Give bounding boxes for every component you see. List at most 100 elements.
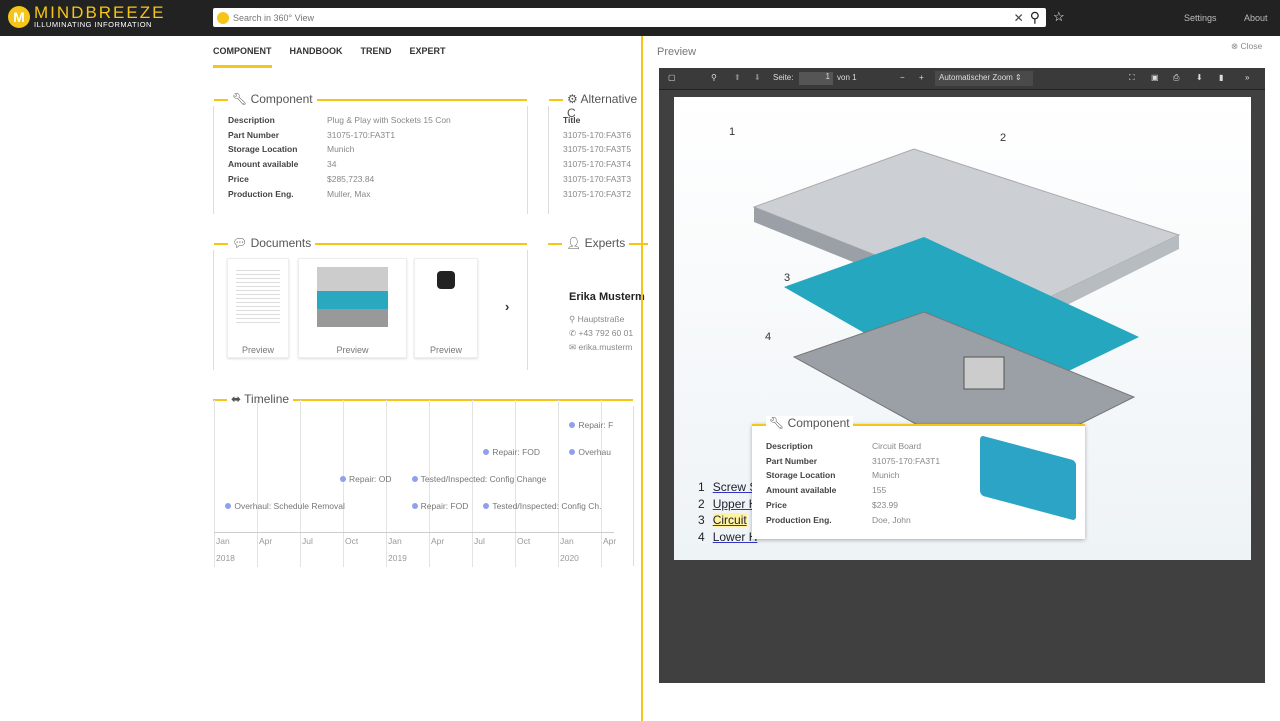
- legend-item[interactable]: 3 Circuit: [698, 513, 747, 527]
- pdf-viewer: ▢ ⚲ ⬆ ⬇ Seite: 1 von 1 − + Automatischer…: [659, 68, 1265, 683]
- legend-item[interactable]: 1 Screw S: [698, 480, 757, 494]
- card-title: Experts: [584, 236, 626, 250]
- tab-handbook[interactable]: HANDBOOK: [290, 46, 343, 68]
- tab-bar: COMPONENT HANDBOOK TREND EXPERT: [213, 46, 446, 68]
- field-value: Muller, Max: [327, 188, 371, 199]
- callout-4: 4: [765, 331, 771, 343]
- legend-link[interactable]: Lower H: [713, 530, 758, 544]
- about-link[interactable]: About: [1244, 13, 1268, 23]
- field-value: 31075-170:FA3T1: [872, 455, 941, 466]
- print-icon[interactable]: ⎙: [1173, 73, 1179, 83]
- document-thumb-schematic[interactable]: Preview: [414, 258, 478, 358]
- component-popup: 🔧︎ Component Description Part Number Stora…: [752, 416, 1085, 539]
- timeline-event[interactable]: Repair: F: [569, 420, 613, 430]
- timeline-tick: Apr: [259, 536, 273, 546]
- card-title: Documents: [250, 236, 312, 250]
- field-value: Munich: [872, 470, 900, 481]
- field-label: Storage Location: [228, 144, 298, 155]
- search-icon[interactable]: ⚲: [1030, 9, 1040, 26]
- timeline-gridline: [257, 400, 258, 567]
- document-thumb-ssd[interactable]: Preview: [298, 258, 407, 358]
- clear-icon[interactable]: ✕: [1014, 11, 1024, 25]
- timeline-event[interactable]: Overhau: [569, 447, 611, 457]
- search-input[interactable]: [233, 12, 1014, 23]
- field-value: Munich: [327, 144, 355, 155]
- field-label: Production Eng.: [228, 188, 294, 199]
- legend-item[interactable]: 4 Lower H: [698, 530, 757, 544]
- timeline-event[interactable]: Tested/Inspected: Config Change: [412, 474, 547, 484]
- alternative-item[interactable]: 31075-170:FA3T3: [563, 172, 631, 187]
- timeline-event[interactable]: Repair: OD: [340, 474, 392, 484]
- page-number-input[interactable]: 1: [799, 72, 833, 85]
- legend-number: 4: [698, 529, 705, 544]
- document-thumb-spreadsheet[interactable]: Preview: [227, 258, 289, 358]
- zoom-out-icon[interactable]: −: [900, 73, 905, 82]
- open-file-icon[interactable]: ▣: [1151, 73, 1159, 82]
- expert-phone[interactable]: +43 792 60 01: [578, 328, 633, 338]
- field-value: Doe, John: [872, 514, 911, 525]
- timeline-event[interactable]: Overhaul: Schedule Removal: [225, 501, 345, 511]
- legend-link[interactable]: Upper H: [713, 497, 758, 511]
- bookmark-icon[interactable]: ▮: [1219, 73, 1223, 82]
- timeline-event[interactable]: Repair: FOD: [483, 447, 540, 457]
- tools-chevron-icon[interactable]: »: [1245, 73, 1249, 82]
- timeline-gridline: [300, 400, 301, 567]
- field-label: Part Number: [228, 129, 280, 140]
- comment-icon: 💬︎: [232, 236, 251, 250]
- panel-divider[interactable]: [641, 36, 643, 721]
- timeline-event[interactable]: Tested/Inspected: Config Ch.: [483, 501, 601, 511]
- timeline-tick: Jan: [560, 536, 574, 546]
- card-title: Timeline: [244, 392, 290, 406]
- alternative-item[interactable]: 31075-170:FA3T6: [563, 128, 631, 143]
- alternative-item[interactable]: 31075-170:FA3T2: [563, 187, 631, 202]
- legend-link[interactable]: Circuit: [712, 513, 747, 527]
- field-label: Amount available: [228, 159, 299, 170]
- search-bar: ✕ ⚲: [213, 8, 1046, 27]
- tab-trend[interactable]: TREND: [361, 46, 392, 68]
- zoom-select[interactable]: Automatischer Zoom ⇕: [935, 71, 1033, 86]
- page-count: von 1: [837, 73, 857, 82]
- zoom-in-icon[interactable]: +: [919, 73, 924, 82]
- timeline-year: 2019: [388, 553, 407, 563]
- field-value: $23.99: [872, 499, 898, 510]
- preview-link[interactable]: Preview: [228, 345, 288, 355]
- expert-email[interactable]: erika.musterm: [578, 342, 632, 352]
- alternative-item[interactable]: 31075-170:FA3T4: [563, 157, 631, 172]
- previous-page-icon[interactable]: ⬆: [734, 73, 741, 82]
- logo-icon: M: [8, 6, 30, 28]
- legend-number: 2: [698, 496, 705, 511]
- sidebar-toggle-icon[interactable]: ▢: [668, 73, 676, 82]
- favorite-star-icon[interactable]: ☆: [1053, 9, 1065, 25]
- find-icon[interactable]: ⚲: [711, 73, 717, 82]
- tab-component[interactable]: COMPONENT: [213, 46, 272, 68]
- timeline-tick: Jul: [302, 536, 313, 546]
- timeline-tick: Jul: [474, 536, 485, 546]
- timeline-tick: Apr: [431, 536, 445, 546]
- download-icon[interactable]: ⬇: [1196, 73, 1203, 82]
- legend-item[interactable]: 2 Upper H: [698, 497, 757, 511]
- tab-expert[interactable]: EXPERT: [410, 46, 446, 68]
- legend-link[interactable]: Screw S: [713, 480, 758, 494]
- close-circle-icon: ⊗: [1231, 41, 1239, 51]
- field-label: Storage Location: [766, 470, 836, 481]
- settings-link[interactable]: Settings: [1184, 13, 1217, 23]
- timeline-tick: Oct: [345, 536, 359, 546]
- timeline-event[interactable]: Repair: FOD: [412, 501, 469, 511]
- wrench-icon: 🔧︎: [769, 416, 788, 430]
- component-card: 🔧︎ Component Description Part Number Stora…: [213, 92, 528, 214]
- timeline-axis: [214, 532, 614, 533]
- field-label: Price: [766, 499, 787, 510]
- timeline-tick: Apr: [603, 536, 617, 546]
- field-value: 34: [327, 159, 337, 170]
- next-page-icon[interactable]: ⬇: [754, 73, 761, 82]
- brand: MINDBREEZE: [34, 3, 166, 22]
- preview-link[interactable]: Preview: [299, 345, 406, 355]
- timeline-tick: Oct: [517, 536, 531, 546]
- timeline-year: 2018: [216, 553, 235, 563]
- chevron-right-icon[interactable]: ›: [505, 299, 509, 314]
- preview-link[interactable]: Preview: [415, 345, 477, 355]
- logo[interactable]: M MINDBREEZE ILLUMINATING INFORMATION: [8, 3, 166, 29]
- alternative-item[interactable]: 31075-170:FA3T5: [563, 142, 631, 157]
- fullscreen-icon[interactable]: ⛶: [1129, 73, 1135, 83]
- close-button[interactable]: ⊗ Close: [1231, 41, 1262, 52]
